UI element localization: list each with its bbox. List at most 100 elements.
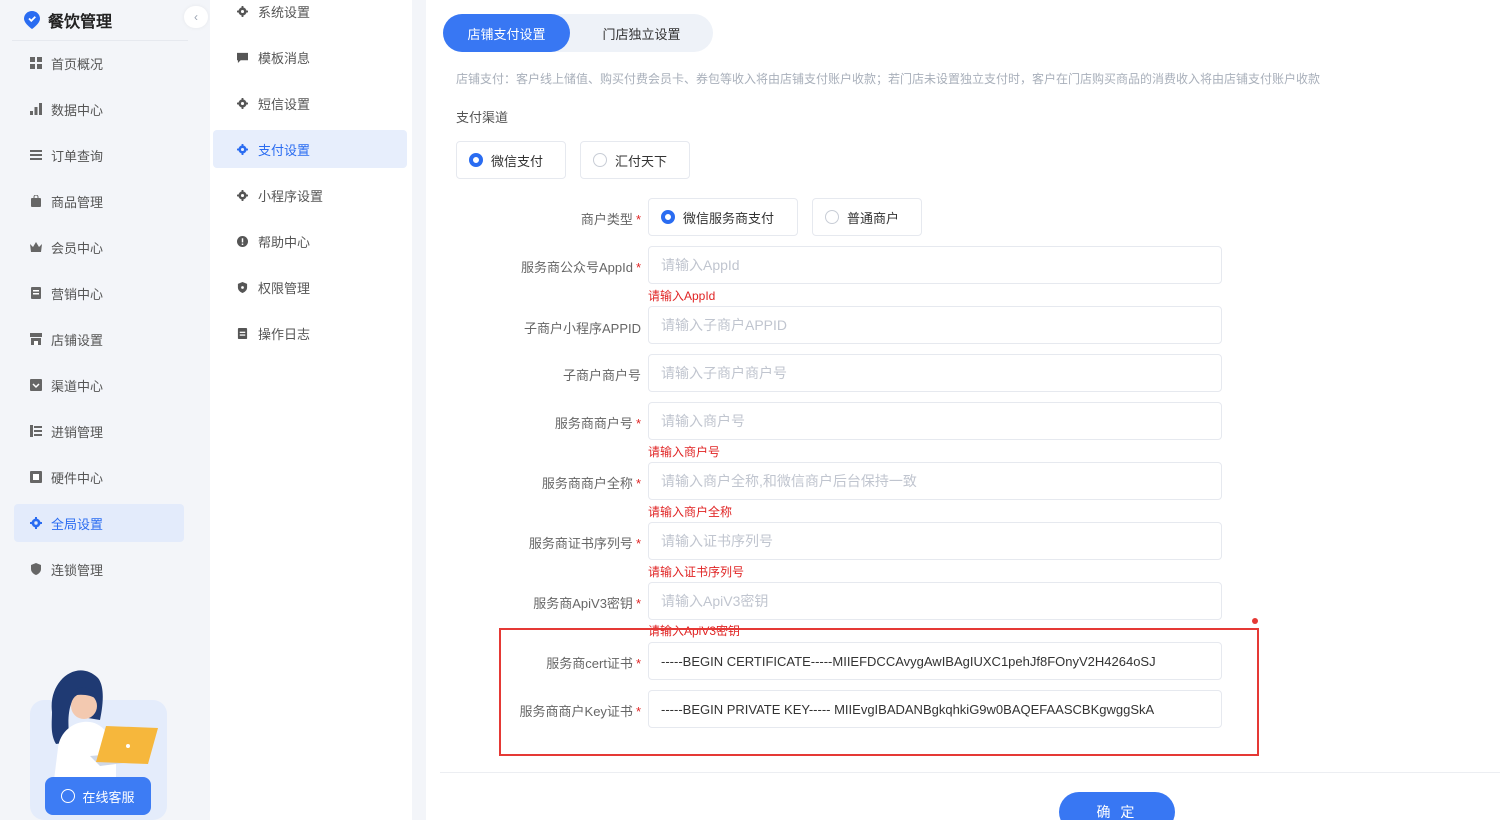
nav-item-home[interactable]: 首页概况 <box>14 44 184 82</box>
sub-merchant-id-label: 子商户商户号 <box>562 368 641 383</box>
main-sidebar: 餐饮管理 首页概况 数据中心 订单查询 商品管理 会员中心 营销中心 店铺设置 … <box>0 0 208 820</box>
payment-channel-label: 支付渠道 <box>456 110 509 125</box>
sub-nav-system-settings[interactable]: 系统设置 <box>213 0 407 30</box>
gear-icon <box>237 5 248 17</box>
nav-item-store[interactable]: 店铺设置 <box>14 320 184 358</box>
chevron-left-icon: ‹ <box>194 10 198 24</box>
nav-item-hardware[interactable]: 硬件中心 <box>14 458 184 496</box>
sub-nav-operation-log[interactable]: 操作日志 <box>213 314 407 352</box>
channel-option-huifu[interactable]: 汇付天下 <box>580 141 690 179</box>
sub-merchant-id-input[interactable]: 请输入子商户商户号 <box>648 354 1222 392</box>
info-icon <box>237 235 248 247</box>
store-icon <box>30 333 42 345</box>
gear-icon <box>237 97 248 109</box>
sub-appid-label: 子商户小程序APPID <box>523 321 641 336</box>
sub-appid-input[interactable]: 请输入子商户APPID <box>648 306 1222 344</box>
nav-item-label: 连锁管理 <box>51 562 104 578</box>
cert-serial-input[interactable]: 请输入证书序列号 <box>648 522 1222 560</box>
sub-nav-template-messages[interactable]: 模板消息 <box>213 38 407 76</box>
sub-nav-label: 小程序设置 <box>258 188 324 204</box>
crown-icon <box>30 242 42 252</box>
sub-nav-label: 权限管理 <box>258 280 311 296</box>
settings-sidebar: 系统设置 模板消息 短信设置 支付设置 小程序设置 帮助中心 权限管理 操作日志 <box>210 0 412 820</box>
confirm-button[interactable]: 确 定 <box>1059 792 1175 820</box>
message-icon <box>237 52 248 63</box>
merchant-name-label: 服务商商户全称 * <box>541 476 641 491</box>
appid-input[interactable]: 请输入AppId <box>648 246 1222 284</box>
nav-item-label: 全局设置 <box>51 516 104 532</box>
merchant-type-option-normal[interactable]: 普通商户 <box>812 198 922 236</box>
apiv3-key-label: 服务商ApiV3密钥 * <box>533 596 641 611</box>
channel-option-wechat[interactable]: 微信支付 <box>456 141 566 179</box>
bag-icon <box>31 195 41 207</box>
nav-item-marketing[interactable]: 营销中心 <box>14 274 184 312</box>
appid-label: 服务商公众号AppId * <box>520 260 641 275</box>
nav-item-label: 数据中心 <box>51 102 104 118</box>
nav-item-data[interactable]: 数据中心 <box>14 90 184 128</box>
merchant-type-option-label: 普通商户 <box>847 210 900 226</box>
nav-item-members[interactable]: 会员中心 <box>14 228 184 266</box>
nav-item-label: 会员中心 <box>51 240 104 256</box>
collapse-sidebar-button[interactable]: ‹ <box>184 6 208 28</box>
payment-settings-panel: 店铺支付设置 门店独立设置 店铺支付：客户线上储值、购买付费会员卡、券包等收入将… <box>426 0 1500 820</box>
sub-nav-sms-settings[interactable]: 短信设置 <box>213 84 407 122</box>
merchant-type-label: 商户类型 * <box>580 212 641 227</box>
footer-divider <box>440 772 1500 773</box>
merchant-id-label: 服务商商户号 * <box>554 416 641 431</box>
merchant-id-error: 请输入商户号 <box>648 445 721 459</box>
list-icon <box>30 150 42 160</box>
nav-item-channels[interactable]: 渠道中心 <box>14 366 184 404</box>
device-icon <box>30 471 42 483</box>
radio-unchecked-icon <box>825 210 839 224</box>
shield-icon <box>31 563 41 575</box>
radio-checked-icon <box>469 153 483 167</box>
nav-item-label: 营销中心 <box>51 286 104 302</box>
nav-item-orders[interactable]: 订单查询 <box>14 136 184 174</box>
nav-item-label: 渠道中心 <box>51 378 104 394</box>
merchant-id-input[interactable]: 请输入商户号 <box>648 402 1222 440</box>
merchant-type-option-service-provider[interactable]: 微信服务商支付 <box>648 198 798 236</box>
merchant-name-input[interactable]: 请输入商户全称,和微信商户后台保持一致 <box>648 462 1222 500</box>
nav-item-products[interactable]: 商品管理 <box>14 182 184 220</box>
merchant-name-error: 请输入商户全称 <box>648 505 733 519</box>
nav-item-inventory[interactable]: 进销管理 <box>14 412 184 450</box>
nav-item-label: 订单查询 <box>51 148 104 164</box>
lock-icon <box>237 281 248 293</box>
gear-icon <box>237 189 248 201</box>
gear-icon <box>237 143 248 155</box>
channel-icon <box>30 379 42 391</box>
bar-chart-icon <box>30 103 42 115</box>
sub-nav-payment-settings[interactable]: 支付设置 <box>213 130 407 168</box>
merchant-type-option-label: 微信服务商支付 <box>683 210 775 226</box>
cert-serial-error: 请输入证书序列号 <box>648 565 745 579</box>
nav-item-label: 首页概况 <box>51 56 104 72</box>
inventory-icon <box>30 425 42 437</box>
sub-nav-miniprogram-settings[interactable]: 小程序设置 <box>213 176 407 214</box>
sub-nav-label: 短信设置 <box>258 96 311 112</box>
online-service-label: 在线客服 <box>82 789 135 805</box>
tab-store-payment[interactable]: 店铺支付设置 <box>443 14 570 52</box>
location-pin-icon <box>24 11 40 29</box>
nav-item-chain[interactable]: 连锁管理 <box>14 550 184 588</box>
highlight-marker <box>1252 618 1258 624</box>
online-service-button[interactable]: 在线客服 <box>45 777 151 815</box>
settings-tabs: 店铺支付设置 门店独立设置 <box>443 14 713 52</box>
sub-nav-permissions[interactable]: 权限管理 <box>213 268 407 306</box>
sub-nav-label: 操作日志 <box>258 326 311 342</box>
highlight-box <box>499 628 1259 756</box>
sub-nav-label: 支付设置 <box>258 142 311 158</box>
channel-option-label: 微信支付 <box>491 153 544 169</box>
nav-item-label: 硬件中心 <box>51 470 104 486</box>
channel-option-label: 汇付天下 <box>615 153 668 169</box>
tab-branch-independent[interactable]: 门店独立设置 <box>570 14 713 52</box>
appid-error: 请输入AppId <box>648 289 716 303</box>
primary-nav: 首页概况 数据中心 订单查询 商品管理 会员中心 营销中心 店铺设置 渠道中心 <box>14 44 184 596</box>
apiv3-key-input[interactable]: 请输入ApiV3密钥 <box>648 582 1222 620</box>
brand: 餐饮管理 <box>0 0 196 40</box>
grid-icon <box>30 57 42 69</box>
divider <box>12 40 188 41</box>
sub-nav-help-center[interactable]: 帮助中心 <box>213 222 407 260</box>
nav-item-label: 商品管理 <box>51 194 104 210</box>
cert-serial-label: 服务商证书序列号 * <box>528 536 641 551</box>
nav-item-global-settings[interactable]: 全局设置 <box>14 504 184 542</box>
